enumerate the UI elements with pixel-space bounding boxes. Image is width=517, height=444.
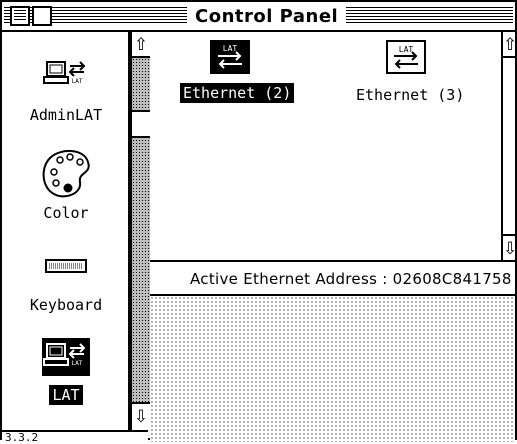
version-label: 3.3.2 [2,430,148,443]
sidebar-label-keyboard: Keyboard [29,296,103,314]
scroll-up-arrow-icon[interactable]: ⇧ [132,32,150,58]
active-ethernet-address: Active Ethernet Address : 02608C841758 [150,262,515,296]
sidebar-scrollbar[interactable]: ⇧ ⇩ [130,32,150,430]
sidebar-item-keyboard[interactable] [2,258,130,280]
scroll-thumb[interactable] [132,110,150,138]
svg-text:LAT: LAT [223,44,238,53]
empty-settings-area [150,296,515,442]
sidebar-label-lat: LAT [2,385,130,405]
window-title: Control Panel [187,5,347,29]
sidebar-label-adminlat: AdminLAT [29,106,103,124]
device-ethernet-3-icon[interactable]: LAT [386,40,426,74]
sidebar-item-color[interactable] [2,146,130,206]
svg-text:LAT: LAT [72,78,83,85]
pane-scroll-down-arrow-icon[interactable]: ⇩ [503,234,517,260]
svg-text:LAT: LAT [399,45,414,54]
sidebar-label-lat-text: LAT [49,385,83,405]
close-box[interactable] [10,6,30,26]
device-label-ethernet-3[interactable]: Ethernet (3) [356,86,464,104]
control-panel-window: Control Panel LAT AdminLAT Color Keyboar… [0,0,517,443]
pane-scroll-up-arrow-icon[interactable]: ⇧ [503,32,517,58]
svg-text:LAT: LAT [72,360,83,367]
sidebar-item-lat[interactable]: LAT [2,338,130,382]
sidebar: LAT AdminLAT Color Keyboard LAT LAT [2,32,130,432]
lat-ethernet-icon: LAT [394,45,418,69]
device-pane-scrollbar[interactable]: ⇧ ⇩ [501,32,517,260]
keyboard-icon [45,259,87,273]
adminlat-icon: LAT [43,61,86,85]
palette-icon [42,150,90,198]
device-ethernet-2-icon[interactable]: LAT [210,40,250,74]
scroll-down-arrow-icon[interactable]: ⇩ [132,402,150,428]
sidebar-label-color: Color [43,204,89,222]
zoom-box[interactable] [32,6,52,26]
lat-ethernet-icon: LAT [218,44,242,69]
lat-icon: LAT [42,338,90,376]
device-pane: LAT Ethernet (2) LAT Ethernet (3) ⇧ ⇩ [150,32,517,262]
sidebar-item-adminlat[interactable]: LAT [2,56,130,100]
device-label-ethernet-2[interactable]: Ethernet (2) [180,83,295,103]
device-label-ethernet-2-text: Ethernet (2) [180,83,295,103]
